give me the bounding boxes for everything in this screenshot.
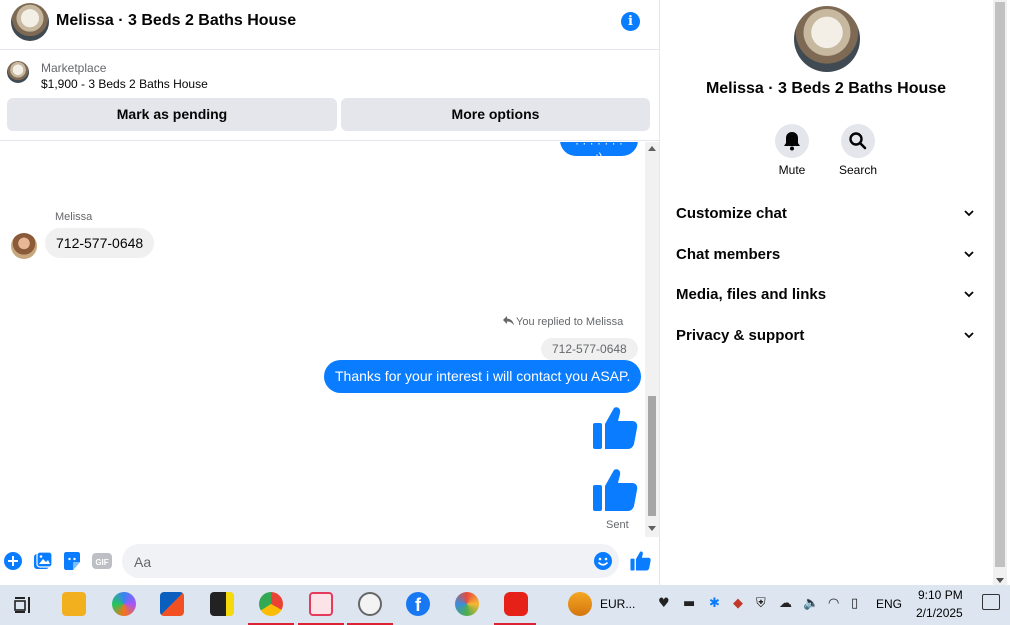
bluetooth-icon[interactable]: ✱ [709,596,720,611]
message-input-placeholder: Aa [134,554,152,570]
scroll-down-arrow[interactable] [996,578,1004,583]
cloud-icon[interactable]: ☁ [779,596,792,611]
chevron-down-icon [964,332,974,339]
language-indicator[interactable]: ENG [876,597,902,611]
taskbar: f EUR... ♥ ▬ ✱ ◆ ⛨ ☁ 🔈 ◠ ▯ ENG 9:10 PM 2… [0,585,1010,625]
listing-avatar[interactable] [11,3,49,41]
chat-scrollbar[interactable] [645,142,659,537]
scroll-up-arrow[interactable] [648,146,656,151]
chat-title[interactable]: Melissa · 3 Beds 2 Baths House [56,12,296,30]
chevron-down-icon [964,210,974,217]
outgoing-message-partial[interactable]: · · · · · · · :) [560,142,638,164]
clock-date[interactable]: 2/1/2025 [916,606,963,620]
scrollbar-thumb[interactable] [995,2,1005,567]
currency-icon[interactable] [568,592,592,616]
section-label: Privacy & support [676,327,805,344]
security-app-icon[interactable]: ◆ [733,596,743,611]
clock-time[interactable]: 9:10 PM [918,588,963,602]
chevron-down-icon [964,291,974,298]
mark-as-pending-button[interactable]: Mark as pending [7,98,337,131]
sticker-icon[interactable] [62,551,82,571]
screen: Melissa · 3 Beds 2 Baths House i Marketp… [0,0,1010,625]
search-label: Search [838,163,878,177]
marketplace-label: Marketplace [41,61,107,75]
section-label: Customize chat [676,205,787,222]
location-icon[interactable]: ♥ [658,596,670,611]
composer: GIF Aa [0,541,660,581]
gif-icon[interactable]: GIF [92,551,112,571]
section-privacy-support[interactable]: Privacy & support [676,321,978,351]
battery-icon[interactable]: ▯ [851,596,858,611]
more-options-button[interactable]: More options [341,98,650,131]
section-customize-chat[interactable]: Customize chat [676,199,978,229]
task-view-icon[interactable] [14,596,32,614]
chevron-down-icon [964,251,974,258]
listing-price-title[interactable]: $1,900 - 3 Beds 2 Baths House [41,77,208,91]
quoted-message[interactable]: 712-577-0648 [541,338,638,360]
file-explorer-icon[interactable] [62,592,86,616]
section-label: Chat members [676,246,781,263]
sender-avatar[interactable] [11,233,37,259]
message-list[interactable]: · · · · · · · :) Melissa 712-577-0648 Yo… [0,142,660,537]
mute-label: Mute [778,163,806,177]
paint-icon[interactable] [455,592,479,616]
section-media-files-links[interactable]: Media, files and links [676,280,978,310]
conversation-details-panel: Melissa · 3 Beds 2 Baths House Mute Sear… [661,0,991,585]
chat-header: Melissa · 3 Beds 2 Baths House i [0,0,660,50]
thumbs-up-icon[interactable] [592,404,638,450]
chrome-icon[interactable] [259,592,283,616]
scrollbar-thumb[interactable] [648,396,656,516]
profile-title: Melissa · 3 Beds 2 Baths House [705,80,947,97]
app-icon[interactable] [358,592,382,616]
shield-icon[interactable]: ⛨ [756,596,766,611]
page-scrollbar[interactable] [993,0,1007,585]
currency-label[interactable]: EUR... [600,597,635,611]
emoji-icon[interactable] [593,551,613,571]
listing-thumbnail[interactable] [7,61,29,83]
photo-icon[interactable] [33,551,53,571]
store-icon[interactable] [160,592,184,616]
snipping-tool-icon[interactable] [309,592,333,616]
search-button[interactable] [841,124,875,158]
youtube-icon[interactable] [504,592,528,616]
outgoing-message[interactable]: Thanks for your interest i will contact … [324,360,642,393]
mute-button[interactable] [775,124,809,158]
send-like-icon[interactable] [630,550,651,571]
section-label: Media, files and links [676,286,827,303]
replied-note: You replied to Melissa [503,316,623,328]
bell-icon [784,132,800,151]
facebook-icon[interactable]: f [406,592,430,616]
thumbs-up-icon[interactable] [592,466,638,512]
sender-name: Melissa [55,211,93,223]
incoming-message[interactable]: 712-577-0648 [45,228,155,258]
message-status: Sent [606,519,629,531]
copilot-icon[interactable] [112,592,136,616]
section-chat-members[interactable]: Chat members [676,240,978,270]
search-icon [849,132,867,150]
sticky-notes-icon[interactable] [210,592,234,616]
reply-icon [503,316,514,326]
scroll-down-arrow[interactable] [648,526,656,531]
keyboard-icon[interactable]: ▬ [683,596,695,611]
message-input[interactable] [122,544,619,578]
profile-avatar[interactable] [794,6,860,72]
chat-panel: Melissa · 3 Beds 2 Baths House i Marketp… [0,0,660,585]
volume-icon[interactable]: 🔈 [803,596,819,611]
info-icon[interactable]: i [621,12,640,31]
marketplace-bar: Marketplace $1,900 - 3 Beds 2 Baths Hous… [0,51,660,141]
plus-circle-icon[interactable] [3,551,23,571]
wifi-icon[interactable]: ◠ [828,596,839,611]
notification-icon[interactable] [982,594,1000,610]
replied-note-text: You replied to Melissa [516,316,624,328]
svg-text:GIF: GIF [95,558,108,567]
